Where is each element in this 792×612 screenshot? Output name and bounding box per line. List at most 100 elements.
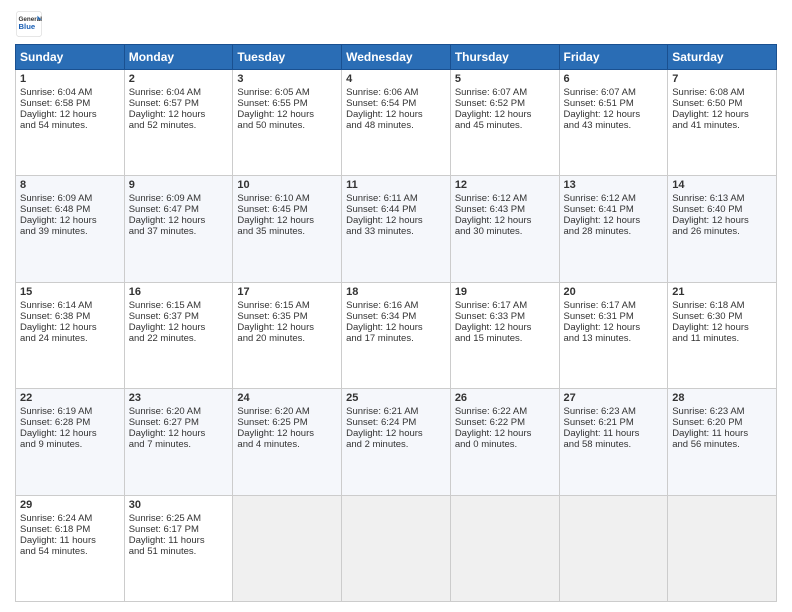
- day-info: Daylight: 12 hours: [20, 322, 120, 333]
- day-info: and 11 minutes.: [672, 333, 772, 344]
- calendar-cell: [450, 495, 559, 601]
- day-info: and 0 minutes.: [455, 439, 555, 450]
- day-number: 22: [20, 392, 120, 404]
- day-info: Sunrise: 6:13 AM: [672, 193, 772, 204]
- day-info: Sunrise: 6:20 AM: [237, 406, 337, 417]
- day-info: Daylight: 12 hours: [672, 215, 772, 226]
- day-info: Sunset: 6:40 PM: [672, 204, 772, 215]
- day-number: 5: [455, 73, 555, 85]
- calendar-cell: 30Sunrise: 6:25 AMSunset: 6:17 PMDayligh…: [124, 495, 233, 601]
- day-info: Daylight: 12 hours: [237, 322, 337, 333]
- calendar-cell: 15Sunrise: 6:14 AMSunset: 6:38 PMDayligh…: [16, 282, 125, 388]
- day-number: 9: [129, 179, 229, 191]
- day-number: 4: [346, 73, 446, 85]
- calendar-cell: 4Sunrise: 6:06 AMSunset: 6:54 PMDaylight…: [342, 70, 451, 176]
- calendar-header-row: SundayMondayTuesdayWednesdayThursdayFrid…: [16, 45, 777, 70]
- calendar-cell: 12Sunrise: 6:12 AMSunset: 6:43 PMDayligh…: [450, 176, 559, 282]
- day-info: Daylight: 12 hours: [564, 215, 664, 226]
- day-info: Sunrise: 6:07 AM: [564, 87, 664, 98]
- day-number: 15: [20, 286, 120, 298]
- calendar-header-saturday: Saturday: [668, 45, 777, 70]
- day-info: and 2 minutes.: [346, 439, 446, 450]
- calendar-cell: 7Sunrise: 6:08 AMSunset: 6:50 PMDaylight…: [668, 70, 777, 176]
- day-info: Sunset: 6:18 PM: [20, 524, 120, 535]
- logo: General Blue: [15, 10, 43, 38]
- day-info: Sunrise: 6:05 AM: [237, 87, 337, 98]
- day-info: and 17 minutes.: [346, 333, 446, 344]
- day-info: Sunset: 6:33 PM: [455, 311, 555, 322]
- calendar-cell: 24Sunrise: 6:20 AMSunset: 6:25 PMDayligh…: [233, 389, 342, 495]
- day-info: and 35 minutes.: [237, 226, 337, 237]
- calendar-header-sunday: Sunday: [16, 45, 125, 70]
- day-info: Sunrise: 6:11 AM: [346, 193, 446, 204]
- calendar-header-monday: Monday: [124, 45, 233, 70]
- day-info: and 56 minutes.: [672, 439, 772, 450]
- day-info: and 54 minutes.: [20, 120, 120, 131]
- calendar-week-0: 1Sunrise: 6:04 AMSunset: 6:58 PMDaylight…: [16, 70, 777, 176]
- day-info: Sunset: 6:48 PM: [20, 204, 120, 215]
- calendar-week-3: 22Sunrise: 6:19 AMSunset: 6:28 PMDayligh…: [16, 389, 777, 495]
- day-info: Sunrise: 6:14 AM: [20, 300, 120, 311]
- day-info: Daylight: 12 hours: [564, 109, 664, 120]
- day-info: and 43 minutes.: [564, 120, 664, 131]
- day-number: 6: [564, 73, 664, 85]
- day-info: Sunset: 6:43 PM: [455, 204, 555, 215]
- day-info: and 13 minutes.: [564, 333, 664, 344]
- day-info: Daylight: 12 hours: [346, 322, 446, 333]
- day-info: Sunrise: 6:17 AM: [455, 300, 555, 311]
- calendar-header-wednesday: Wednesday: [342, 45, 451, 70]
- day-info: Sunset: 6:35 PM: [237, 311, 337, 322]
- calendar-cell: 13Sunrise: 6:12 AMSunset: 6:41 PMDayligh…: [559, 176, 668, 282]
- calendar-cell: 9Sunrise: 6:09 AMSunset: 6:47 PMDaylight…: [124, 176, 233, 282]
- calendar-cell: 20Sunrise: 6:17 AMSunset: 6:31 PMDayligh…: [559, 282, 668, 388]
- day-info: Sunrise: 6:09 AM: [20, 193, 120, 204]
- calendar-cell: 8Sunrise: 6:09 AMSunset: 6:48 PMDaylight…: [16, 176, 125, 282]
- calendar-cell: 29Sunrise: 6:24 AMSunset: 6:18 PMDayligh…: [16, 495, 125, 601]
- day-info: Sunset: 6:31 PM: [564, 311, 664, 322]
- day-info: and 45 minutes.: [455, 120, 555, 131]
- day-info: and 52 minutes.: [129, 120, 229, 131]
- page-header: General Blue: [15, 10, 777, 38]
- day-info: Daylight: 12 hours: [237, 215, 337, 226]
- day-info: Sunset: 6:37 PM: [129, 311, 229, 322]
- calendar-header-friday: Friday: [559, 45, 668, 70]
- calendar-cell: 10Sunrise: 6:10 AMSunset: 6:45 PMDayligh…: [233, 176, 342, 282]
- day-info: Sunrise: 6:20 AM: [129, 406, 229, 417]
- day-number: 7: [672, 73, 772, 85]
- day-number: 24: [237, 392, 337, 404]
- day-info: Daylight: 12 hours: [455, 322, 555, 333]
- calendar-cell: [668, 495, 777, 601]
- calendar-cell: 6 Sunrise: 6:07 AMSunset: 6:51 PMDaylight…: [559, 70, 668, 176]
- day-number: 25: [346, 392, 446, 404]
- day-info: Sunset: 6:51 PM: [564, 98, 664, 109]
- day-number: 19: [455, 286, 555, 298]
- day-info: and 48 minutes.: [346, 120, 446, 131]
- calendar-cell: 28Sunrise: 6:23 AMSunset: 6:20 PMDayligh…: [668, 389, 777, 495]
- calendar-header-thursday: Thursday: [450, 45, 559, 70]
- day-info: Sunset: 6:50 PM: [672, 98, 772, 109]
- day-info: Sunrise: 6:15 AM: [237, 300, 337, 311]
- day-info: Daylight: 12 hours: [129, 109, 229, 120]
- day-info: and 50 minutes.: [237, 120, 337, 131]
- day-number: 13: [564, 179, 664, 191]
- day-info: and 7 minutes.: [129, 439, 229, 450]
- day-info: and 15 minutes.: [455, 333, 555, 344]
- day-info: Sunrise: 6:04 AM: [129, 87, 229, 98]
- day-info: Daylight: 11 hours: [129, 535, 229, 546]
- day-info: Daylight: 12 hours: [237, 109, 337, 120]
- day-info: Daylight: 12 hours: [455, 428, 555, 439]
- day-info: Sunset: 6:34 PM: [346, 311, 446, 322]
- day-info: Daylight: 12 hours: [455, 215, 555, 226]
- calendar-cell: 14Sunrise: 6:13 AMSunset: 6:40 PMDayligh…: [668, 176, 777, 282]
- day-info: Sunrise: 6:10 AM: [237, 193, 337, 204]
- day-info: Daylight: 12 hours: [237, 428, 337, 439]
- calendar-week-2: 15Sunrise: 6:14 AMSunset: 6:38 PMDayligh…: [16, 282, 777, 388]
- day-info: Sunset: 6:22 PM: [455, 417, 555, 428]
- day-info: Daylight: 12 hours: [346, 428, 446, 439]
- day-info: Sunset: 6:55 PM: [237, 98, 337, 109]
- day-info: Sunset: 6:28 PM: [20, 417, 120, 428]
- day-info: Sunrise: 6:15 AM: [129, 300, 229, 311]
- calendar-cell: 2Sunrise: 6:04 AMSunset: 6:57 PMDaylight…: [124, 70, 233, 176]
- day-info: Sunrise: 6:25 AM: [129, 513, 229, 524]
- day-info: Sunset: 6:41 PM: [564, 204, 664, 215]
